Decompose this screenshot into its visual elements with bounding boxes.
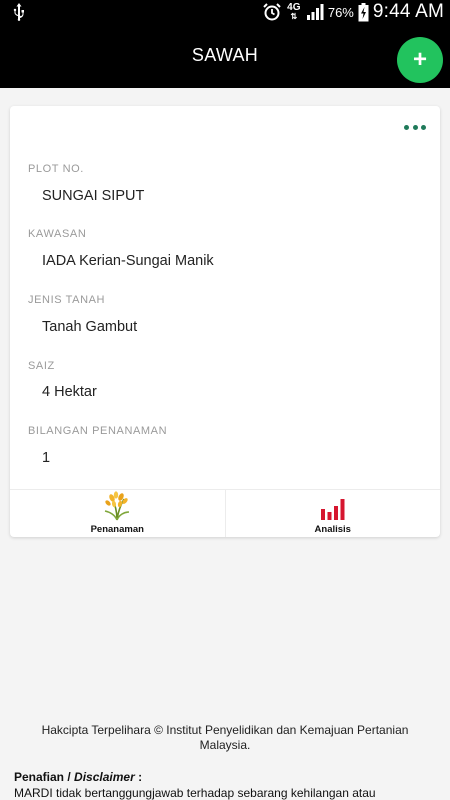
battery-percent: 76% — [327, 4, 354, 20]
field-label-jenis-tanah: JENIS TANAH — [28, 294, 106, 306]
plus-icon: + — [412, 45, 427, 73]
copyright-text: Hakcipta Terpelihara © Institut Penyelid… — [41, 723, 409, 752]
bar-chart-icon — [320, 499, 345, 520]
penanaman-label: Penanaman — [90, 524, 144, 535]
analisis-button[interactable]: Analisis — [224, 490, 441, 537]
field-value-kawasan: IADA Kerian-Sungai Manik — [42, 253, 214, 269]
page-title: SAWAH — [191, 45, 259, 65]
field-value-saiz: 4 Hektar — [42, 384, 97, 400]
disclaimer-text: MARDI tidak bertanggungjawab terhadap se… — [14, 786, 376, 800]
rice-plant-icon — [105, 491, 130, 521]
analisis-label: Analisis — [314, 524, 351, 535]
field-value-bilangan-penanaman: 1 — [42, 450, 51, 466]
add-button[interactable]: + — [397, 37, 443, 83]
network-type: 4G ⇅ — [287, 2, 301, 22]
status-bar: 4G ⇅ 76% 9:44 AM — [0, 0, 450, 24]
disclaimer: Penafian / Disclaimer : MARDI tidak bert… — [14, 769, 436, 800]
penanaman-button[interactable]: Penanaman — [10, 490, 225, 537]
field-value-plot-no: SUNGAI SIPUT — [42, 188, 145, 204]
field-label-kawasan: KAWASAN — [28, 228, 87, 240]
more-horizontal-icon[interactable] — [404, 120, 426, 134]
field-label-plot-no: PLOT NO. — [28, 163, 84, 175]
signal-icon — [306, 4, 324, 20]
card-actions: Penanaman Analisis — [10, 489, 440, 537]
field-label-bilangan-penanaman: BILANGAN PENANAMAN — [28, 425, 168, 437]
app-bar: SAWAH — [0, 24, 450, 88]
alarm-icon — [263, 3, 281, 21]
field-label-saiz: SAIZ — [28, 360, 55, 372]
disclaimer-title: Penafian / Disclaimer : — [14, 770, 143, 784]
plot-card: PLOT NO. SUNGAI SIPUT KAWASAN IADA Keria… — [10, 106, 440, 537]
clock: 9:44 AM — [372, 1, 444, 22]
battery-charging-icon — [358, 2, 369, 21]
usb-icon — [13, 3, 24, 21]
field-value-jenis-tanah: Tanah Gambut — [42, 319, 138, 335]
